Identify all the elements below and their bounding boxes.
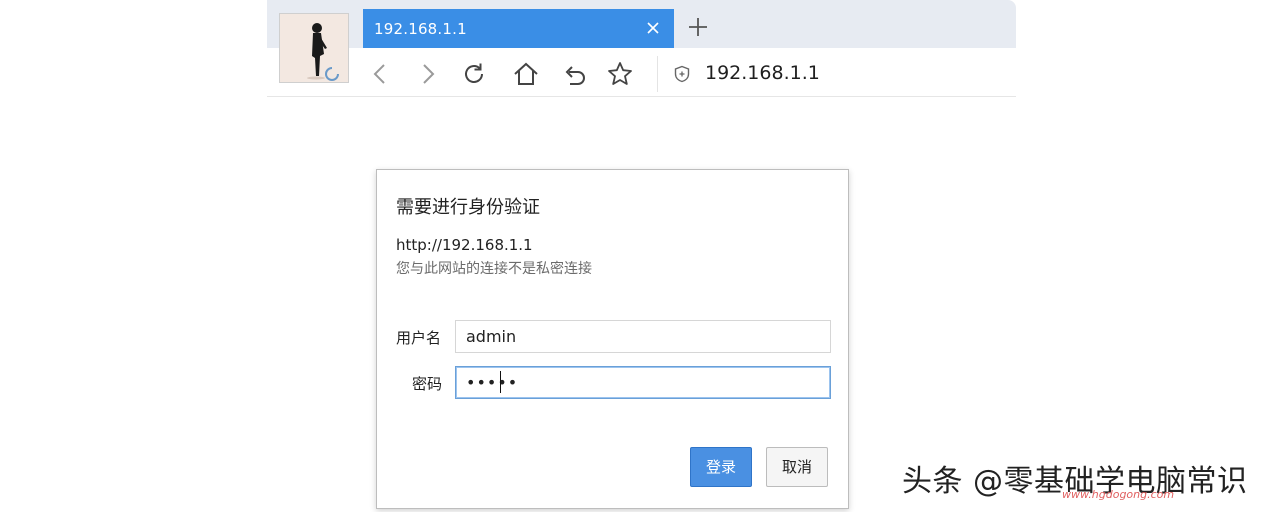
screen: 192.168.1.1 192.168.1.1 需要进行身份验证 http://…: [0, 0, 1280, 512]
dialog-url: http://192.168.1.1: [396, 236, 533, 254]
home-icon[interactable]: [512, 60, 540, 88]
star-icon[interactable]: [606, 60, 634, 88]
shield-icon[interactable]: [673, 65, 691, 83]
username-label: 用户名: [396, 329, 442, 347]
undo-icon[interactable]: [560, 60, 588, 88]
browser-window: 192.168.1.1 192.168.1.1: [267, 0, 1016, 97]
login-button[interactable]: 登录: [690, 447, 752, 487]
auth-dialog: 需要进行身份验证 http://192.168.1.1 您与此网站的连接不是私密…: [376, 169, 849, 509]
dialog-title: 需要进行身份验证: [396, 197, 540, 218]
password-field[interactable]: [455, 366, 831, 399]
forward-icon[interactable]: [413, 60, 441, 88]
close-icon[interactable]: [646, 21, 660, 35]
reload-icon[interactable]: [460, 60, 488, 88]
back-icon[interactable]: [367, 60, 395, 88]
address-separator: [657, 56, 658, 92]
password-label: 密码: [412, 375, 443, 393]
text-caret: [500, 371, 501, 393]
profile-avatar[interactable]: [279, 13, 349, 83]
watermark-url: www.hgdogong.com: [1062, 488, 1175, 501]
tab-active[interactable]: 192.168.1.1: [363, 9, 674, 48]
dialog-security-note: 您与此网站的连接不是私密连接: [396, 261, 592, 277]
username-field[interactable]: [455, 320, 831, 353]
tab-title: 192.168.1.1: [374, 20, 467, 38]
address-bar[interactable]: 192.168.1.1: [705, 62, 820, 84]
plus-icon[interactable]: [687, 16, 709, 38]
cancel-button[interactable]: 取消: [766, 447, 828, 487]
avatar-figure-icon: [280, 14, 348, 82]
